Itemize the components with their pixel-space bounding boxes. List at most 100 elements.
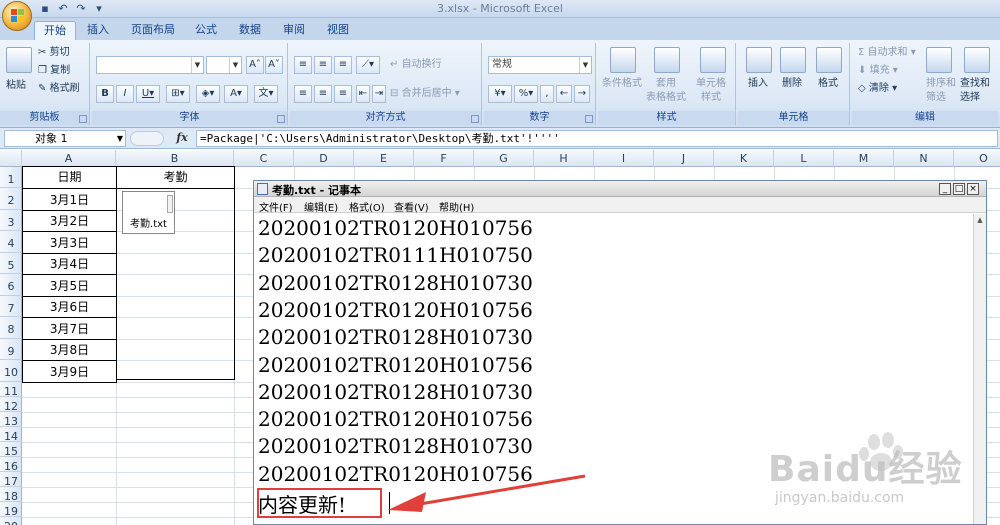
column-header[interactable]: H	[534, 150, 594, 167]
delete-cells-button[interactable]: 删除	[782, 77, 802, 91]
decrease-indent-button[interactable]: ⇤	[356, 85, 370, 103]
clipboard-dialog-launcher[interactable]	[79, 115, 87, 123]
conditional-format-button[interactable]: 条件格式	[602, 77, 642, 91]
conditional-format-icon[interactable]	[610, 47, 636, 73]
percent-button[interactable]: %▾	[514, 85, 538, 103]
find-select-button[interactable]: 查找和 选择	[960, 77, 990, 105]
font-size-combo[interactable]: ▼	[206, 56, 242, 74]
formula-input[interactable]: =Package|'C:\Users\Administrator\Desktop…	[196, 130, 998, 147]
cell-styles-icon[interactable]	[700, 47, 726, 73]
date-cell[interactable]: 3月8日	[22, 339, 117, 361]
column-header[interactable]: I	[594, 150, 654, 167]
insert-cells-icon[interactable]	[746, 47, 772, 73]
date-cell[interactable]: 3月4日	[22, 253, 117, 275]
row-header[interactable]: 11	[0, 382, 22, 398]
column-header[interactable]: C	[234, 150, 294, 167]
increase-indent-button[interactable]: ⇥	[372, 85, 386, 103]
insert-cells-button[interactable]: 插入	[748, 77, 768, 91]
cell-a1[interactable]: 日期	[22, 166, 117, 189]
find-select-icon[interactable]	[964, 47, 990, 73]
delete-cells-icon[interactable]	[780, 47, 806, 73]
alignment-dialog-launcher[interactable]	[471, 115, 479, 123]
number-format-combo[interactable]: 常规 ▼	[488, 56, 592, 74]
font-name-combo[interactable]: ▼	[96, 56, 204, 74]
date-cell[interactable]: 3月9日	[22, 360, 117, 383]
date-cell[interactable]: 3月3日	[22, 231, 117, 254]
row-header[interactable]: 15	[0, 442, 22, 458]
decrease-decimal-button[interactable]: →	[574, 85, 590, 103]
column-header[interactable]: M	[834, 150, 894, 167]
phonetic-button[interactable]: 文▾	[254, 85, 278, 103]
insert-function-button[interactable]: fx	[170, 130, 194, 147]
column-header[interactable]: J	[654, 150, 714, 167]
row-header[interactable]: 16	[0, 457, 22, 473]
underline-button[interactable]: U▾	[136, 85, 160, 103]
orientation-button[interactable]: ⟋▾	[356, 56, 380, 74]
menu-edit[interactable]: 编辑(E)	[304, 199, 338, 214]
currency-button[interactable]: ¥▾	[488, 85, 512, 103]
menu-format[interactable]: 格式(O)	[349, 199, 385, 214]
date-cell[interactable]: 3月2日	[22, 210, 117, 232]
row-header[interactable]: 8	[0, 317, 22, 339]
formula-bar-slider[interactable]	[130, 131, 164, 146]
row-header[interactable]: 13	[0, 412, 22, 428]
row-header[interactable]: 9	[0, 339, 22, 360]
bold-button[interactable]: B	[96, 85, 114, 103]
italic-button[interactable]: I	[116, 85, 134, 103]
select-all-corner[interactable]	[0, 150, 22, 167]
row-header[interactable]: 12	[0, 397, 22, 413]
menu-file[interactable]: 文件(F)	[259, 199, 293, 214]
name-box[interactable]: 对象 1 ▼	[4, 130, 126, 147]
fill-button[interactable]: ⬇ 填充 ▾	[858, 64, 898, 78]
align-left-button[interactable]: ≡	[294, 85, 312, 103]
menu-help[interactable]: 帮助(H)	[439, 199, 474, 214]
tab-insert[interactable]: 插入	[80, 21, 116, 40]
column-header[interactable]: B	[116, 150, 234, 167]
sort-filter-icon[interactable]	[926, 47, 952, 73]
minimize-icon[interactable]: _	[939, 183, 951, 195]
column-header[interactable]: O	[954, 150, 1000, 167]
embedded-txt-object[interactable]: 考勤.txt	[122, 191, 175, 234]
shrink-font-button[interactable]: A˅	[265, 56, 283, 74]
tab-formulas[interactable]: 公式	[188, 21, 224, 40]
column-header[interactable]: F	[414, 150, 474, 167]
sort-filter-button[interactable]: 排序和 筛选	[926, 77, 956, 105]
align-middle-button[interactable]: ≡	[314, 56, 332, 74]
column-header[interactable]: A	[22, 150, 116, 167]
date-cell[interactable]: 3月6日	[22, 296, 117, 318]
row-header[interactable]: 19	[0, 502, 22, 518]
row-header[interactable]: 14	[0, 427, 22, 443]
column-header[interactable]: K	[714, 150, 774, 167]
row-header[interactable]: 10	[0, 360, 22, 382]
row-header[interactable]: 20	[0, 517, 22, 525]
column-header[interactable]: N	[894, 150, 954, 167]
table-format-button[interactable]: 套用 表格格式	[646, 77, 686, 105]
table-format-icon[interactable]	[654, 47, 680, 73]
close-icon[interactable]: ×	[967, 183, 979, 195]
align-bottom-button[interactable]: ≡	[334, 56, 352, 74]
column-header[interactable]: G	[474, 150, 534, 167]
row-header[interactable]: 5	[0, 253, 22, 274]
row-header[interactable]: 7	[0, 296, 22, 317]
tab-page-layout[interactable]: 页面布局	[124, 21, 182, 40]
grow-font-button[interactable]: A˄	[246, 56, 264, 74]
column-header[interactable]: E	[354, 150, 414, 167]
column-header[interactable]: L	[774, 150, 834, 167]
fill-color-button[interactable]: ◈▾	[196, 85, 220, 103]
office-button[interactable]	[2, 1, 32, 31]
comma-button[interactable]: ,	[540, 85, 554, 103]
date-cell[interactable]: 3月5日	[22, 274, 117, 297]
maximize-icon[interactable]: □	[953, 183, 965, 195]
align-center-button[interactable]: ≡	[314, 85, 332, 103]
format-painter-button[interactable]: ✎ 格式刷	[38, 82, 80, 96]
row-header[interactable]: 4	[0, 231, 22, 253]
row-header[interactable]: 1	[0, 167, 22, 188]
align-top-button[interactable]: ≡	[294, 56, 312, 74]
increase-decimal-button[interactable]: ←	[556, 85, 572, 103]
paste-button[interactable]: 粘贴	[6, 79, 26, 93]
tab-home[interactable]: 开始	[34, 21, 76, 40]
cell-b1[interactable]: 考勤	[116, 166, 235, 189]
copy-button[interactable]: ❐ 复制	[38, 64, 70, 78]
row-header[interactable]: 2	[0, 188, 22, 210]
font-color-button[interactable]: A▾	[224, 85, 248, 103]
